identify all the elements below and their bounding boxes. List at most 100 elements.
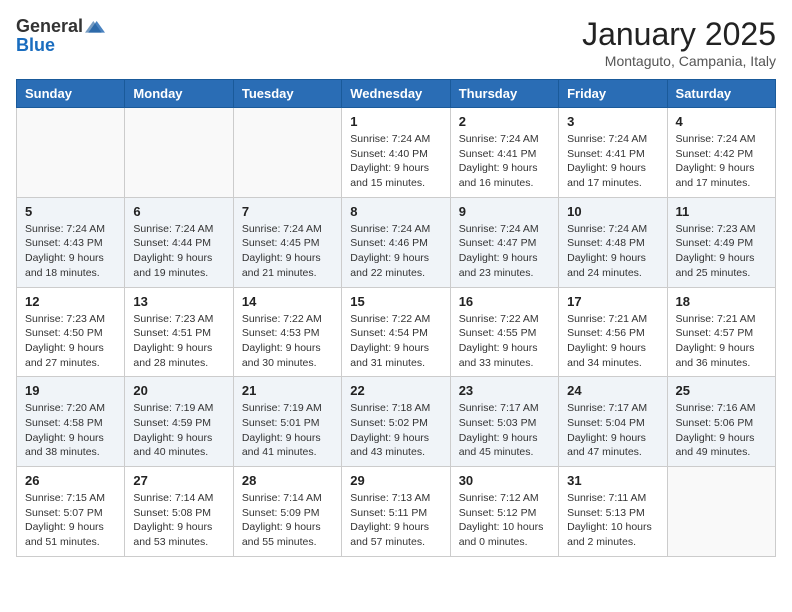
day-info: Sunrise: 7:24 AMSunset: 4:48 PMDaylight:… xyxy=(567,222,658,281)
day-number: 28 xyxy=(242,473,333,488)
calendar-cell: 13 Sunrise: 7:23 AMSunset: 4:51 PMDayligh… xyxy=(125,287,233,377)
day-info: Sunrise: 7:16 AMSunset: 5:06 PMDaylight:… xyxy=(676,401,767,460)
calendar-cell: 23 Sunrise: 7:17 AMSunset: 5:03 PMDayligh… xyxy=(450,377,558,467)
day-number: 21 xyxy=(242,383,333,398)
day-info: Sunrise: 7:19 AMSunset: 5:01 PMDaylight:… xyxy=(242,401,333,460)
day-number: 13 xyxy=(133,294,224,309)
day-number: 24 xyxy=(567,383,658,398)
weekday-header-wednesday: Wednesday xyxy=(342,80,450,108)
day-number: 4 xyxy=(676,114,767,129)
day-info: Sunrise: 7:14 AMSunset: 5:08 PMDaylight:… xyxy=(133,491,224,550)
day-number: 15 xyxy=(350,294,441,309)
day-info: Sunrise: 7:21 AMSunset: 4:57 PMDaylight:… xyxy=(676,312,767,371)
day-number: 23 xyxy=(459,383,550,398)
day-info: Sunrise: 7:24 AMSunset: 4:45 PMDaylight:… xyxy=(242,222,333,281)
page-header: General Blue January 2025 Montaguto, Cam… xyxy=(16,16,776,69)
logo-blue-text: Blue xyxy=(16,36,105,54)
weekday-header-saturday: Saturday xyxy=(667,80,775,108)
day-info: Sunrise: 7:23 AMSunset: 4:51 PMDaylight:… xyxy=(133,312,224,371)
title-section: January 2025 Montaguto, Campania, Italy xyxy=(582,16,776,69)
day-info: Sunrise: 7:24 AMSunset: 4:46 PMDaylight:… xyxy=(350,222,441,281)
logo-icon xyxy=(85,16,105,36)
day-info: Sunrise: 7:14 AMSunset: 5:09 PMDaylight:… xyxy=(242,491,333,550)
day-info: Sunrise: 7:19 AMSunset: 4:59 PMDaylight:… xyxy=(133,401,224,460)
calendar-cell: 22Sunrise: 7:18 AMSunset: 5:02 PMDayligh… xyxy=(342,377,450,467)
day-number: 10 xyxy=(567,204,658,219)
month-title: January 2025 xyxy=(582,16,776,53)
day-info: Sunrise: 7:24 AMSunset: 4:43 PMDaylight:… xyxy=(25,222,116,281)
calendar-cell: 31 Sunrise: 7:11 AMSunset: 5:13 PMDayligh… xyxy=(559,467,667,557)
day-info: Sunrise: 7:24 AMSunset: 4:41 PMDaylight:… xyxy=(459,132,550,191)
day-number: 27 xyxy=(133,473,224,488)
day-info: Sunrise: 7:24 AMSunset: 4:42 PMDaylight:… xyxy=(676,132,767,191)
calendar-cell: 29 Sunrise: 7:13 AMSunset: 5:11 PMDayligh… xyxy=(342,467,450,557)
weekday-header-thursday: Thursday xyxy=(450,80,558,108)
calendar-cell: 4 Sunrise: 7:24 AMSunset: 4:42 PMDaylight… xyxy=(667,108,775,198)
day-number: 20 xyxy=(133,383,224,398)
day-info: Sunrise: 7:15 AMSunset: 5:07 PMDaylight:… xyxy=(25,491,116,550)
calendar-table: SundayMondayTuesdayWednesdayThursdayFrid… xyxy=(16,79,776,557)
calendar-cell: 2 Sunrise: 7:24 AMSunset: 4:41 PMDaylight… xyxy=(450,108,558,198)
day-number: 25 xyxy=(676,383,767,398)
calendar-cell xyxy=(233,108,341,198)
calendar-cell: 11Sunrise: 7:23 AMSunset: 4:49 PMDayligh… xyxy=(667,197,775,287)
day-info: Sunrise: 7:24 AMSunset: 4:41 PMDaylight:… xyxy=(567,132,658,191)
calendar-cell: 30 Sunrise: 7:12 AMSunset: 5:12 PMDayligh… xyxy=(450,467,558,557)
calendar-week-row: 12 Sunrise: 7:23 AMSunset: 4:50 PMDayligh… xyxy=(17,287,776,377)
logo-general-text: General xyxy=(16,17,83,35)
calendar-cell: 15 Sunrise: 7:22 AMSunset: 4:54 PMDayligh… xyxy=(342,287,450,377)
day-info: Sunrise: 7:24 AMSunset: 4:40 PMDaylight:… xyxy=(350,132,441,191)
day-number: 5 xyxy=(25,204,116,219)
day-number: 17 xyxy=(567,294,658,309)
calendar-cell: 7 Sunrise: 7:24 AMSunset: 4:45 PMDaylight… xyxy=(233,197,341,287)
day-info: Sunrise: 7:13 AMSunset: 5:11 PMDaylight:… xyxy=(350,491,441,550)
calendar-cell: 3 Sunrise: 7:24 AMSunset: 4:41 PMDaylight… xyxy=(559,108,667,198)
calendar-week-row: 5 Sunrise: 7:24 AMSunset: 4:43 PMDaylight… xyxy=(17,197,776,287)
calendar-cell: 21 Sunrise: 7:19 AMSunset: 5:01 PMDayligh… xyxy=(233,377,341,467)
day-number: 3 xyxy=(567,114,658,129)
day-info: Sunrise: 7:24 AMSunset: 4:44 PMDaylight:… xyxy=(133,222,224,281)
calendar-cell: 5 Sunrise: 7:24 AMSunset: 4:43 PMDaylight… xyxy=(17,197,125,287)
day-number: 30 xyxy=(459,473,550,488)
logo: General Blue xyxy=(16,16,105,54)
weekday-header-tuesday: Tuesday xyxy=(233,80,341,108)
day-number: 16 xyxy=(459,294,550,309)
weekday-header-sunday: Sunday xyxy=(17,80,125,108)
day-info: Sunrise: 7:20 AMSunset: 4:58 PMDaylight:… xyxy=(25,401,116,460)
calendar-cell: 10 Sunrise: 7:24 AMSunset: 4:48 PMDayligh… xyxy=(559,197,667,287)
calendar-cell xyxy=(17,108,125,198)
calendar-week-row: 1 Sunrise: 7:24 AMSunset: 4:40 PMDaylight… xyxy=(17,108,776,198)
calendar-cell: 17Sunrise: 7:21 AMSunset: 4:56 PMDayligh… xyxy=(559,287,667,377)
day-number: 18 xyxy=(676,294,767,309)
day-info: Sunrise: 7:17 AMSunset: 5:04 PMDaylight:… xyxy=(567,401,658,460)
calendar-week-row: 26 Sunrise: 7:15 AMSunset: 5:07 PMDayligh… xyxy=(17,467,776,557)
day-number: 29 xyxy=(350,473,441,488)
day-number: 1 xyxy=(350,114,441,129)
calendar-cell: 28 Sunrise: 7:14 AMSunset: 5:09 PMDayligh… xyxy=(233,467,341,557)
day-info: Sunrise: 7:12 AMSunset: 5:12 PMDaylight:… xyxy=(459,491,550,550)
calendar-cell: 6Sunrise: 7:24 AMSunset: 4:44 PMDaylight… xyxy=(125,197,233,287)
day-number: 26 xyxy=(25,473,116,488)
location-subtitle: Montaguto, Campania, Italy xyxy=(582,53,776,69)
weekday-header-row: SundayMondayTuesdayWednesdayThursdayFrid… xyxy=(17,80,776,108)
calendar-cell: 1 Sunrise: 7:24 AMSunset: 4:40 PMDaylight… xyxy=(342,108,450,198)
day-info: Sunrise: 7:23 AMSunset: 4:50 PMDaylight:… xyxy=(25,312,116,371)
day-number: 31 xyxy=(567,473,658,488)
day-info: Sunrise: 7:22 AMSunset: 4:55 PMDaylight:… xyxy=(459,312,550,371)
day-number: 9 xyxy=(459,204,550,219)
calendar-cell: 18 Sunrise: 7:21 AMSunset: 4:57 PMDayligh… xyxy=(667,287,775,377)
calendar-cell xyxy=(667,467,775,557)
day-number: 12 xyxy=(25,294,116,309)
day-number: 7 xyxy=(242,204,333,219)
calendar-cell: 26 Sunrise: 7:15 AMSunset: 5:07 PMDayligh… xyxy=(17,467,125,557)
day-info: Sunrise: 7:11 AMSunset: 5:13 PMDaylight:… xyxy=(567,491,658,550)
calendar-cell: 19Sunrise: 7:20 AMSunset: 4:58 PMDayligh… xyxy=(17,377,125,467)
weekday-header-monday: Monday xyxy=(125,80,233,108)
day-info: Sunrise: 7:17 AMSunset: 5:03 PMDaylight:… xyxy=(459,401,550,460)
calendar-cell xyxy=(125,108,233,198)
calendar-week-row: 19Sunrise: 7:20 AMSunset: 4:58 PMDayligh… xyxy=(17,377,776,467)
day-info: Sunrise: 7:22 AMSunset: 4:54 PMDaylight:… xyxy=(350,312,441,371)
day-number: 8 xyxy=(350,204,441,219)
day-number: 2 xyxy=(459,114,550,129)
day-info: Sunrise: 7:22 AMSunset: 4:53 PMDaylight:… xyxy=(242,312,333,371)
